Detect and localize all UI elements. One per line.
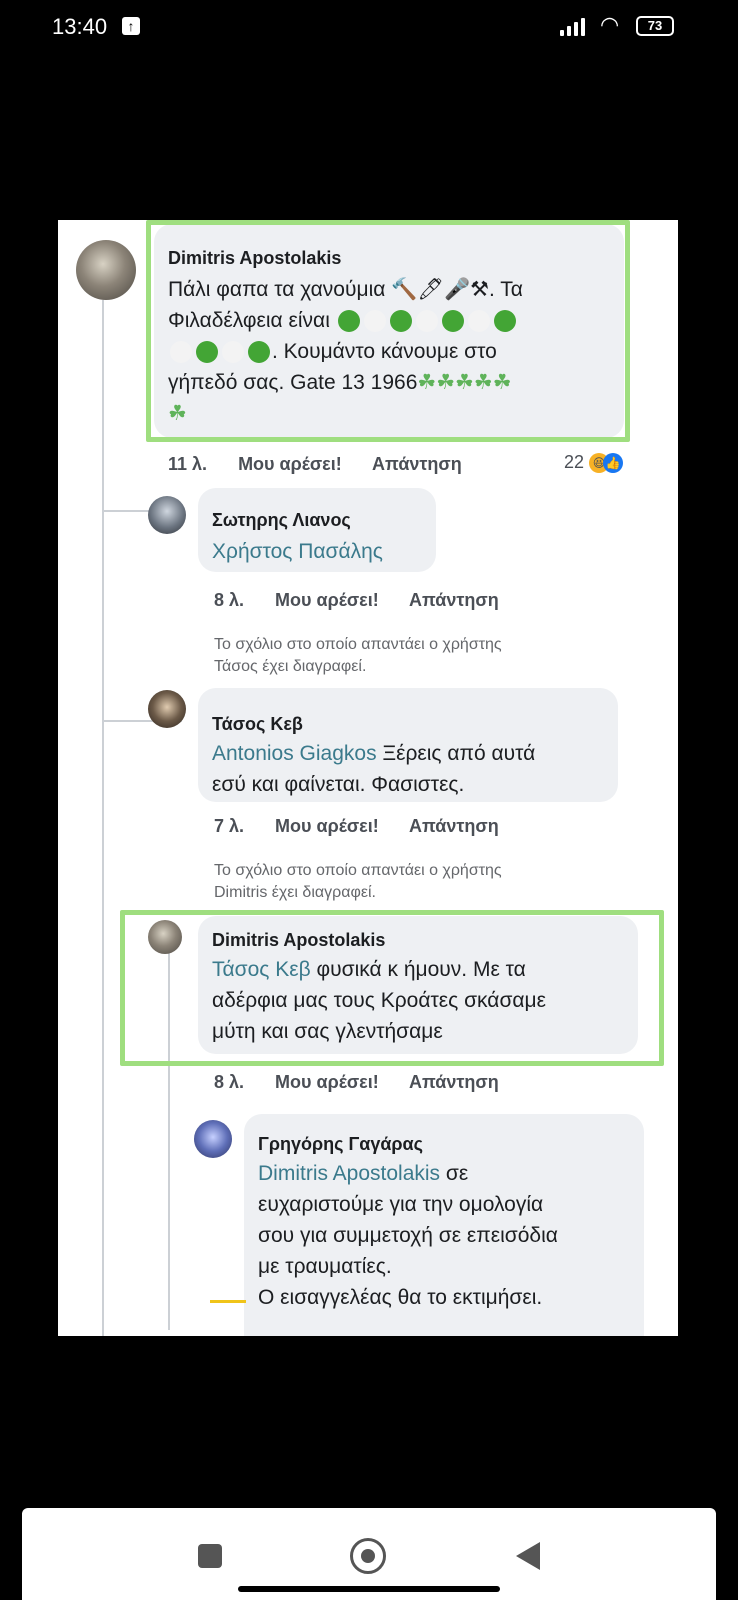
- signal-icon: [560, 14, 590, 36]
- status-bar: 13:40 ↑ ◠ 73: [0, 0, 738, 58]
- comment-text: Antonios Giagkos Ξέρεις από αυτά εσύ και…: [212, 742, 536, 796]
- avatar[interactable]: [76, 240, 136, 300]
- comment-screenshot: Dimitris Apostolakis Πάλι φαπα τα χανούμ…: [58, 220, 678, 1336]
- reply-button[interactable]: Απάντηση: [409, 1072, 499, 1092]
- avatar[interactable]: [148, 690, 186, 728]
- home-button[interactable]: [350, 1538, 386, 1574]
- comment-bubble: Τάσος Κεβ Antonios Giagkos Ξέρεις από αυ…: [198, 688, 618, 802]
- battery-icon: 73: [636, 16, 674, 36]
- like-button[interactable]: Μου αρέσει!: [275, 1072, 379, 1092]
- comment-time: 8 λ.: [214, 1072, 245, 1092]
- mention-link[interactable]: Antonios Giagkos: [212, 742, 377, 765]
- comment-actions: 11 λ. Μου αρέσει! Απάντηση: [168, 454, 488, 475]
- comment-time: 11 λ.: [168, 454, 208, 474]
- highlight-frame: [120, 910, 664, 1066]
- like-button[interactable]: Μου αρέσει!: [275, 816, 379, 836]
- comment-time: 7 λ.: [214, 816, 245, 836]
- mention-link[interactable]: Χρήστος Πασάλης: [212, 536, 383, 567]
- comment-actions: 8 λ. Μου αρέσει! Απάντηση: [214, 1072, 525, 1093]
- wifi-icon: ◠: [600, 12, 620, 37]
- thread-line: [168, 1120, 170, 1320]
- like-button[interactable]: Μου αρέσει!: [275, 590, 379, 610]
- comment-author[interactable]: Γρηγόρης Γαγάρας: [258, 1134, 423, 1155]
- comment-author[interactable]: Τάσος Κεβ: [212, 714, 303, 735]
- reply-button[interactable]: Απάντηση: [409, 590, 499, 610]
- avatar[interactable]: [148, 496, 186, 534]
- upload-icon: ↑: [122, 17, 140, 35]
- reaction-count[interactable]: 22 😆👍: [564, 452, 624, 474]
- reply-button[interactable]: Απάντηση: [409, 816, 499, 836]
- gesture-pill[interactable]: [238, 1586, 500, 1592]
- like-button[interactable]: Μου αρέσει!: [238, 454, 342, 474]
- highlight-frame: [146, 220, 630, 442]
- comment-bubble: Γρηγόρης Γαγάρας Dimitris Apostolakis σε…: [244, 1114, 644, 1336]
- deleted-notice: Το σχόλιο στο οποίο απαντάει ο χρήστης Τ…: [214, 636, 502, 675]
- mention-link[interactable]: Dimitris Apostolakis: [258, 1162, 440, 1185]
- comment-time: 8 λ.: [214, 590, 245, 610]
- comment-author[interactable]: Σωτηρης Λιανος: [212, 510, 351, 531]
- deleted-notice: Το σχόλιο στο οποίο απαντάει ο χρήστης D…: [214, 862, 502, 901]
- reply-button[interactable]: Απάντηση: [372, 454, 462, 474]
- highlight-mark: [210, 1300, 246, 1303]
- status-time: 13:40: [52, 14, 108, 39]
- comment-actions: 8 λ. Μου αρέσει! Απάντηση: [214, 590, 525, 611]
- thread-line: [102, 300, 104, 1336]
- back-button[interactable]: [516, 1542, 540, 1570]
- comment-text: Dimitris Apostolakis σε ευχαριστούμε για…: [258, 1162, 558, 1309]
- avatar[interactable]: [194, 1120, 232, 1158]
- comment-actions: 7 λ. Μου αρέσει! Απάντηση: [214, 816, 525, 837]
- comment-bubble: Σωτηρης Λιανος Χρήστος Πασάλης: [198, 488, 436, 572]
- like-reaction-icon: 👍: [603, 453, 624, 474]
- recent-apps-button[interactable]: [198, 1544, 222, 1568]
